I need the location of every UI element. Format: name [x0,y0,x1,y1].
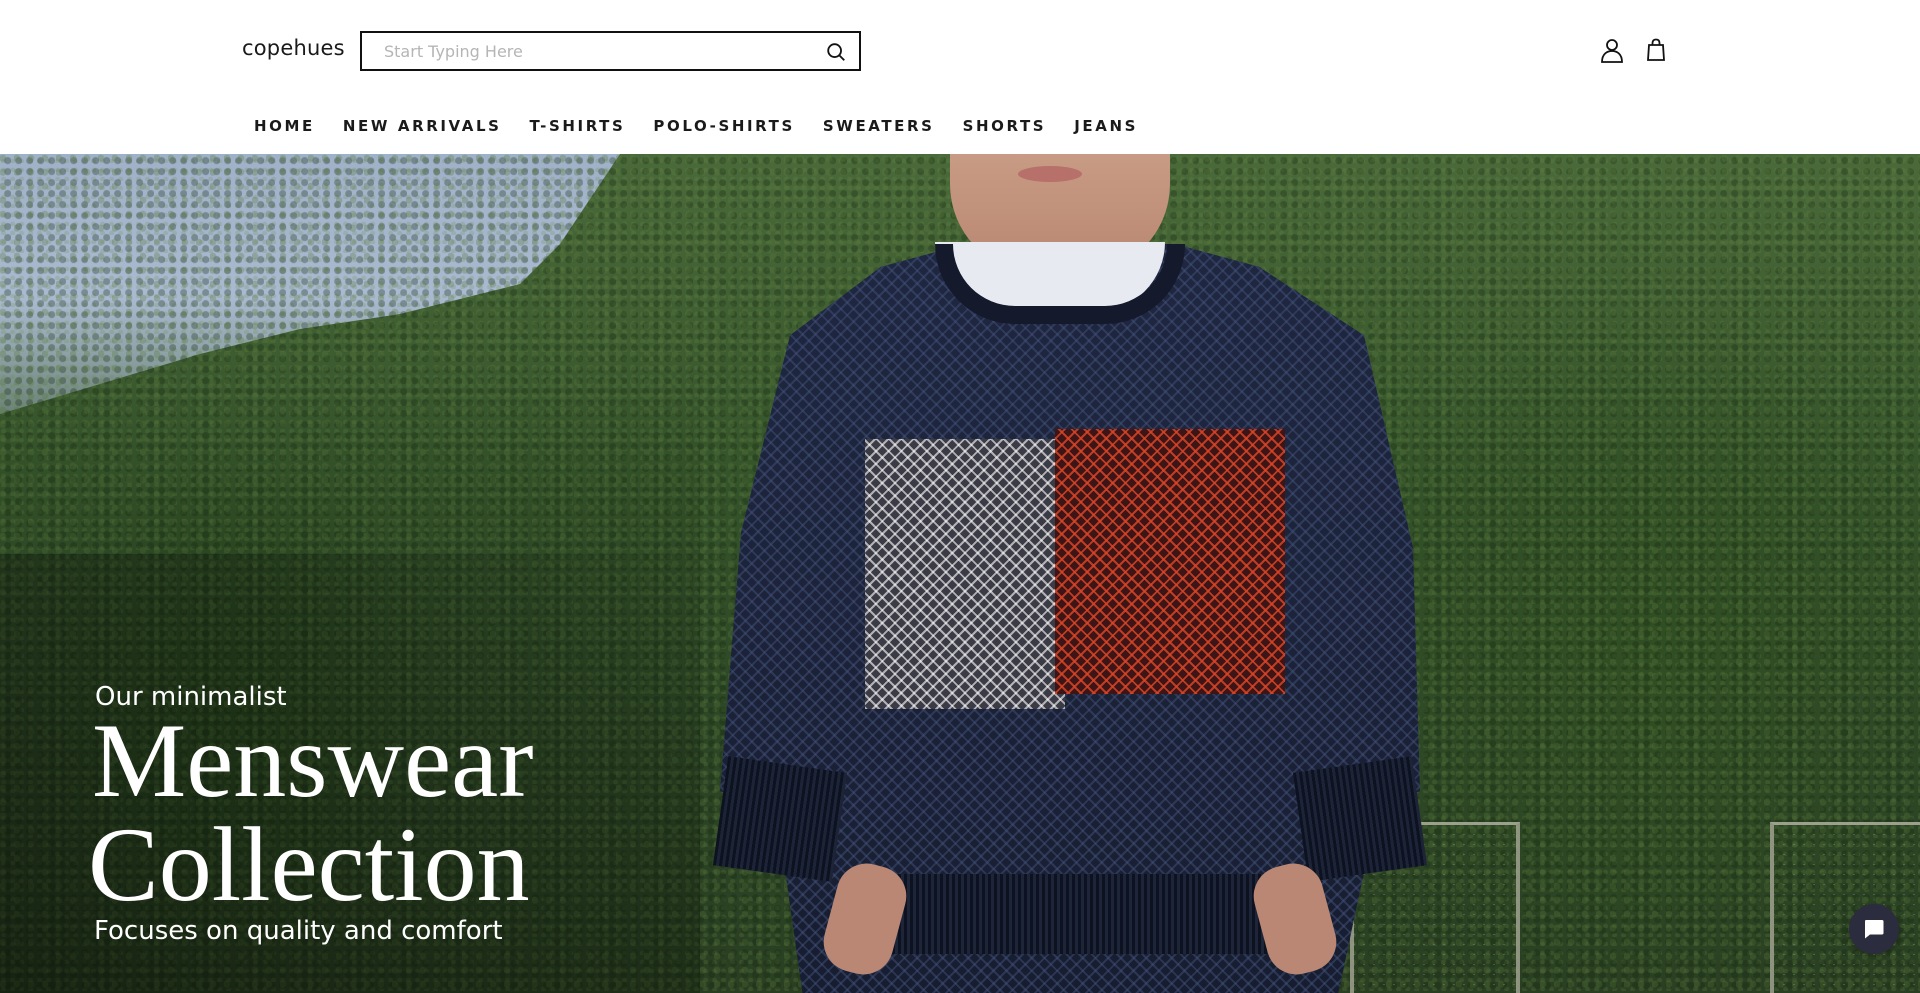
chat-bubble-icon [1865,920,1884,939]
hero-model-image [700,154,1460,993]
nav-item-jeans[interactable]: JEANS [1074,117,1138,135]
nav-item-sweaters[interactable]: SWEATERS [823,117,935,135]
sweater-flag-red-panel [1055,429,1285,694]
search-bar [360,31,861,71]
hero-bench [1770,822,1920,993]
search-input[interactable] [382,33,802,69]
hero-subtitle: Focuses on quality and comfort [94,916,503,946]
account-button[interactable] [1598,36,1626,64]
site-logo[interactable]: copehues [242,36,345,60]
model-lips [1018,166,1082,182]
search-icon [827,43,845,61]
chat-button[interactable] [1849,904,1899,954]
sweater-cuff-right [1292,756,1428,882]
shopping-bag-icon [1647,38,1665,61]
cart-button[interactable] [1642,36,1670,64]
nav-item-new-arrivals[interactable]: NEW ARRIVALS [343,117,502,135]
hero-title-line-1: Menswear [92,702,534,819]
search-button[interactable] [823,39,849,65]
main-nav: HOME NEW ARRIVALS T-SHIRTS POLO-SHIRTS S… [240,117,1152,135]
user-icon [1601,39,1623,63]
hero-title-line-2: Collection [88,806,530,923]
nav-item-polo-shirts[interactable]: POLO-SHIRTS [653,117,794,135]
site-header: copehues HOME NEW ARRIVALS T-SHIRTS POLO… [0,0,1920,154]
hero-banner: Our minimalist Menswear Collection Focus… [0,154,1920,993]
hero-title: Menswear Collection [88,702,534,918]
nav-item-t-shirts[interactable]: T-SHIRTS [530,117,626,135]
sweater-hem [850,874,1270,954]
nav-item-shorts[interactable]: SHORTS [963,117,1047,135]
sweater-flag-white-panel [865,439,1065,709]
nav-item-home[interactable]: HOME [254,117,315,135]
